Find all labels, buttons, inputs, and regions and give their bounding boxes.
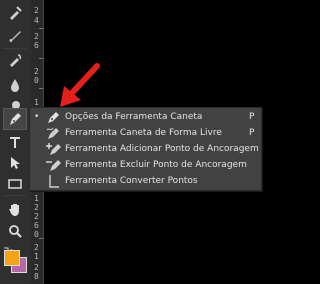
ruler-number: 2: [34, 6, 39, 15]
flyout-item-add-anchor[interactable]: Ferramenta Adicionar Ponto de Ancoragem: [30, 141, 261, 157]
zoom-tool[interactable]: [3, 220, 27, 242]
flyout-item-freeform-pen[interactable]: Ferramenta Caneta de Forma Livre P: [30, 125, 261, 141]
history-brush-icon: [10, 54, 22, 67]
tools-panel: [0, 0, 32, 284]
flyout-item-convert-point[interactable]: Ferramenta Converter Pontos: [30, 173, 261, 189]
path-selection-icon: [11, 157, 20, 169]
type-icon: [10, 137, 20, 148]
flyout-item-label: Ferramenta Caneta de Forma Livre: [65, 128, 222, 138]
flyout-item-label: Ferramenta Excluir Ponto de Ancoragem: [65, 160, 247, 170]
tools-separator: [3, 48, 27, 49]
healing-brush-tool[interactable]: [3, 2, 27, 24]
freeform-pen-icon: [46, 127, 59, 139]
tools-separator: [3, 195, 27, 196]
red-arrow-annotation: [60, 63, 100, 107]
ruler-number: 1: [34, 252, 39, 261]
zoom-icon: [9, 225, 22, 238]
ruler-tick: [39, 238, 43, 239]
ruler-number: 4: [34, 16, 39, 25]
pen-tool-flyout-menu: • Opções da Ferramenta Caneta P Ferramen…: [29, 107, 262, 191]
brush-icon: [9, 31, 21, 42]
pen-tool[interactable]: [3, 108, 27, 130]
active-bullet: •: [34, 112, 40, 122]
healing-brush-icon: [10, 6, 22, 20]
hand-icon: [9, 204, 19, 216]
hand-tool[interactable]: [3, 198, 27, 220]
ruler-number: 1: [34, 194, 39, 203]
ruler-tick: [39, 88, 43, 89]
ruler-number: 6: [34, 41, 39, 50]
flyout-item-label: Ferramenta Adicionar Ponto de Ancoragem: [65, 144, 259, 154]
flyout-item-shortcut: P: [249, 112, 255, 122]
brush-tool[interactable]: [3, 25, 27, 47]
type-tool[interactable]: [3, 131, 27, 153]
blur-tool[interactable]: [3, 74, 27, 96]
ruler-number: 8: [34, 272, 39, 281]
convert-point-icon: [49, 175, 59, 188]
delete-anchor-point-icon: [46, 160, 61, 171]
ruler-tick: [39, 28, 43, 29]
ruler-number: 6: [34, 221, 39, 230]
ruler-number: 2: [34, 243, 39, 252]
clone-stamp-tool[interactable]: [3, 50, 27, 72]
ruler-number: 1: [34, 98, 39, 107]
ruler-number: 2: [34, 263, 39, 272]
ruler-number: 0: [34, 76, 39, 85]
add-anchor-point-icon: [46, 143, 61, 155]
flyout-item-label: Ferramenta Converter Pontos: [65, 176, 198, 186]
ruler-tick: [39, 58, 43, 59]
blur-icon: [11, 79, 19, 92]
ruler-number: 2: [34, 212, 39, 221]
rectangle-tool[interactable]: [3, 173, 27, 195]
flyout-item-shortcut: P: [249, 128, 255, 138]
ruler-number: 2: [34, 67, 39, 76]
foreground-color-swatch[interactable]: [4, 250, 20, 266]
ruler-number: 2: [34, 203, 39, 212]
flyout-item-delete-anchor[interactable]: Ferramenta Excluir Ponto de Ancoragem: [30, 157, 261, 173]
path-selection-tool[interactable]: [3, 152, 27, 174]
rectangle-icon: [8, 179, 22, 189]
pen-icon: [10, 113, 21, 125]
ruler-number: 2: [34, 32, 39, 41]
